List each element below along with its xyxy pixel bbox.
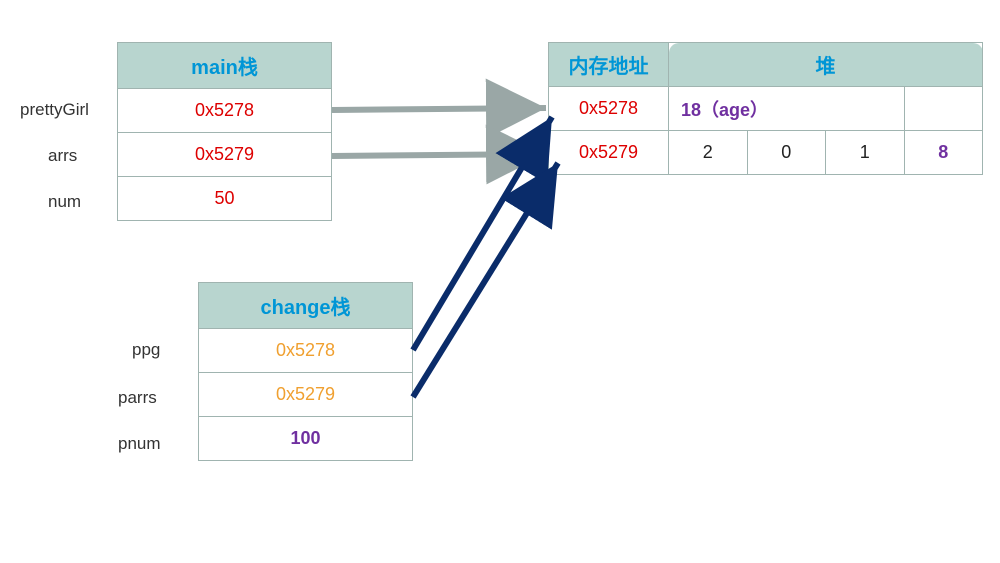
heap-row0-addr: 0x5278 (549, 87, 669, 131)
change-row-label-0: ppg (132, 340, 160, 360)
arrow-change-ppg (413, 117, 552, 350)
arrow-main-arrs (332, 154, 546, 156)
heap-header: 堆 (669, 43, 983, 87)
heap-row1-cell3: 8 (904, 131, 983, 175)
change-row-value-2: 100 (199, 417, 413, 461)
heap-row1-cell1: 0 (747, 131, 826, 175)
main-row-value-1: 0x5279 (118, 133, 332, 177)
heap-addr-header: 内存地址 (549, 43, 669, 87)
main-row-value-2: 50 (118, 177, 332, 221)
heap-row1-addr: 0x5279 (549, 131, 669, 175)
arrow-change-parrs (413, 163, 558, 397)
main-stack-table: main栈 0x5278 0x5279 50 (117, 42, 332, 221)
change-row-label-2: pnum (118, 434, 161, 454)
heap-row1-cell2: 1 (826, 131, 905, 175)
change-stack-table: change栈 0x5278 0x5279 100 (198, 282, 413, 461)
change-row-value-1: 0x5279 (199, 373, 413, 417)
change-row-label-1: parrs (118, 388, 157, 408)
heap-table: 内存地址 堆 0x5278 18（age） 0x5279 2 0 1 8 (548, 42, 983, 175)
heap-row0-cell3 (904, 87, 983, 131)
main-row-label-1: arrs (48, 146, 77, 166)
main-row-label-0: prettyGirl (20, 100, 89, 120)
change-stack-title: change栈 (199, 283, 413, 329)
main-row-label-2: num (48, 192, 81, 212)
arrow-main-prettygirl (332, 108, 546, 110)
heap-row0-cell0: 18（age） (669, 87, 905, 131)
change-row-value-0: 0x5278 (199, 329, 413, 373)
main-row-value-0: 0x5278 (118, 89, 332, 133)
main-stack-title: main栈 (118, 43, 332, 89)
heap-row1-cell0: 2 (669, 131, 748, 175)
